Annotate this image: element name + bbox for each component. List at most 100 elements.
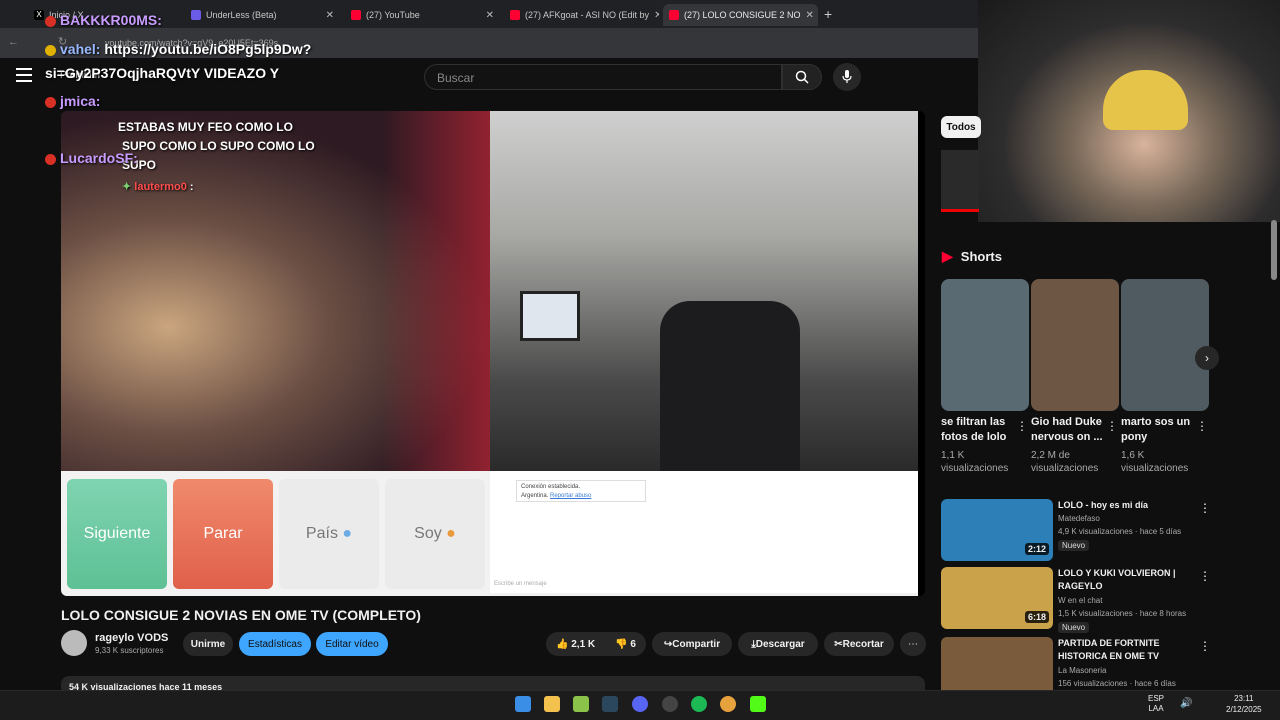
spotify-icon[interactable] (691, 696, 707, 712)
download-label: Descargar (755, 638, 805, 650)
chat-message: LucardoSF: (45, 150, 138, 166)
video-title[interactable]: LOLO Y KUKI VOLVIERON | RAGEYLO (1058, 567, 1198, 593)
clip-button[interactable]: ✂ Recortar (824, 632, 894, 656)
chat-user: lautermo0 (134, 181, 187, 193)
sidebar-thumbnail[interactable] (941, 150, 979, 212)
volume-icon[interactable]: 🔊 (1180, 698, 1192, 709)
search-button[interactable] (782, 64, 822, 90)
more-icon[interactable]: ⋮ (1199, 569, 1211, 583)
close-icon[interactable]: ✕ (806, 10, 814, 21)
new-tab-icon[interactable]: + (824, 6, 832, 22)
channel-name[interactable]: rageylo VODS (95, 632, 168, 644)
input-language[interactable]: ESP LAA (1148, 694, 1164, 714)
x-logo-icon: X (34, 10, 44, 20)
edit-video-button[interactable]: Editar vídeo (316, 632, 388, 656)
short-title[interactable]: marto sos un pony (1121, 415, 1193, 445)
video-thumbnail[interactable]: 6:18 (941, 567, 1053, 629)
clip-label: Recortar (842, 638, 884, 650)
video-meta: 1,5 K visualizaciones · hace 8 horas (1058, 609, 1187, 618)
windows-start-icon[interactable] (515, 696, 531, 712)
video-title[interactable]: PARTIDA DE FORTNITE HISTORICA EN OME TV (1058, 637, 1198, 663)
recommended-video[interactable]: 2:12 LOLO - hoy es mi día Matedefaso 4,9 K … (941, 499, 1271, 565)
channel-avatar[interactable] (61, 630, 87, 656)
steam-icon[interactable] (602, 696, 618, 712)
search-input[interactable]: Buscar (424, 64, 782, 90)
chat-user: jmica: (60, 93, 101, 109)
short-thumbnail[interactable] (1121, 279, 1209, 411)
more-icon[interactable]: ⋮ (1196, 419, 1208, 433)
gender-label: Soy (414, 525, 442, 542)
like-button[interactable]: 👍 2,1 K (556, 639, 595, 650)
video-title[interactable]: LOLO - hoy es mi día (1058, 499, 1198, 512)
report-abuse-link[interactable]: Reportar abuso (550, 493, 591, 499)
tab-underless[interactable]: UnderLess (Beta) ✕ (185, 4, 340, 26)
chat-user: LucardoSF: (60, 150, 138, 166)
more-icon[interactable]: ⋮ (1016, 419, 1028, 433)
youtube-icon (351, 10, 361, 20)
discord-icon[interactable] (632, 696, 648, 712)
shorts-icon: ▶ (942, 248, 953, 264)
connection-notice: Conexión establecida. Argentina. Reporta… (516, 480, 646, 502)
obs-icon[interactable] (662, 696, 678, 712)
more-actions-button[interactable]: ⋯ (900, 632, 926, 656)
short-views: 2,2 M de visualizaciones (1031, 450, 1099, 474)
menu-icon[interactable] (16, 68, 32, 82)
share-icon: ↪ (663, 638, 673, 650)
channel-name[interactable]: Matedefaso (1058, 514, 1100, 523)
join-button[interactable]: Unirme (183, 632, 233, 656)
mic-icon (842, 70, 852, 83)
stats-button[interactable]: Estadísticas (239, 632, 311, 656)
stop-button[interactable]: Parar (173, 479, 273, 589)
shorts-next-button[interactable]: › (1195, 346, 1219, 370)
streamer-webcam-overlay (978, 0, 1280, 222)
video-meta: 156 visualizaciones · hace 6 días (1058, 679, 1176, 688)
youtube-icon (510, 10, 520, 20)
shorts-header: ▶ Shorts (942, 248, 1002, 265)
tab-lolo-active[interactable]: (27) LOLO CONSIGUE 2 NO ✕ (663, 4, 818, 26)
chrome-icon[interactable] (720, 696, 736, 712)
short-title[interactable]: Gio had Duke nervous on ... (1031, 415, 1103, 445)
country-text: Argentina. (521, 493, 549, 499)
back-icon[interactable]: ← (8, 36, 19, 48)
new-badge: Nuevo (1058, 622, 1090, 633)
close-icon[interactable]: ✕ (654, 10, 659, 21)
thumbs-down-icon: 👎 (615, 638, 628, 650)
clock-time: 23:11 (1234, 694, 1254, 703)
dislike-button[interactable]: 👎 6 (615, 639, 636, 650)
channel-name[interactable]: La Masoneria (1058, 666, 1106, 675)
file-explorer-icon[interactable] (544, 696, 560, 712)
short-thumbnail[interactable] (941, 279, 1029, 411)
short-thumbnail[interactable] (1031, 279, 1119, 411)
download-button[interactable]: ⤓ Descargar (738, 632, 818, 656)
share-button[interactable]: ↪ Compartir (652, 632, 732, 656)
more-icon[interactable]: ⋮ (1199, 501, 1211, 515)
thumbs-up-icon: 👍 (556, 638, 569, 650)
tab-youtube[interactable]: (27) YouTube ✕ (345, 4, 500, 26)
recommended-video[interactable]: 6:18 LOLO Y KUKI VOLVIERON | RAGEYLO W en … (941, 567, 1271, 633)
more-icon[interactable]: ⋮ (1199, 639, 1211, 653)
filter-chip-all[interactable]: Todos (941, 116, 981, 138)
notes-app-icon[interactable] (573, 696, 589, 712)
kick-icon[interactable] (750, 696, 766, 712)
channel-name[interactable]: W en el chat (1058, 596, 1102, 605)
system-clock[interactable]: 23:11 2/12/2025 (1226, 693, 1262, 715)
more-icon: ⋯ (908, 638, 918, 650)
short-title[interactable]: se filtran las fotos de lolo (941, 415, 1013, 445)
lang-layout: LAA (1148, 704, 1164, 713)
tab-afkgoat[interactable]: (27) AFKgoat - ASI NO (Edit by ✕ (504, 4, 659, 26)
next-button[interactable]: Siguiente (67, 479, 167, 589)
more-icon[interactable]: ⋮ (1106, 419, 1118, 433)
gaming-chair (660, 301, 800, 471)
message-input[interactable]: Escribe un mensaje (494, 581, 547, 587)
voice-search-button[interactable] (833, 63, 861, 91)
gender-button[interactable]: Soy ● (385, 479, 485, 589)
video-thumbnail[interactable]: 2:12 (941, 499, 1053, 561)
share-label: Compartir (672, 638, 721, 650)
close-icon[interactable]: ✕ (326, 10, 334, 21)
close-icon[interactable]: ✕ (486, 10, 494, 21)
scrollbar[interactable] (1271, 220, 1277, 280)
short-views: 1,6 K visualizaciones (1121, 450, 1189, 474)
chat-text: ESTABAS MUY FEO COMO LO (118, 120, 293, 134)
chat-message: ESTABAS MUY FEO COMO LO (118, 120, 293, 134)
country-button[interactable]: País ● (279, 479, 379, 589)
